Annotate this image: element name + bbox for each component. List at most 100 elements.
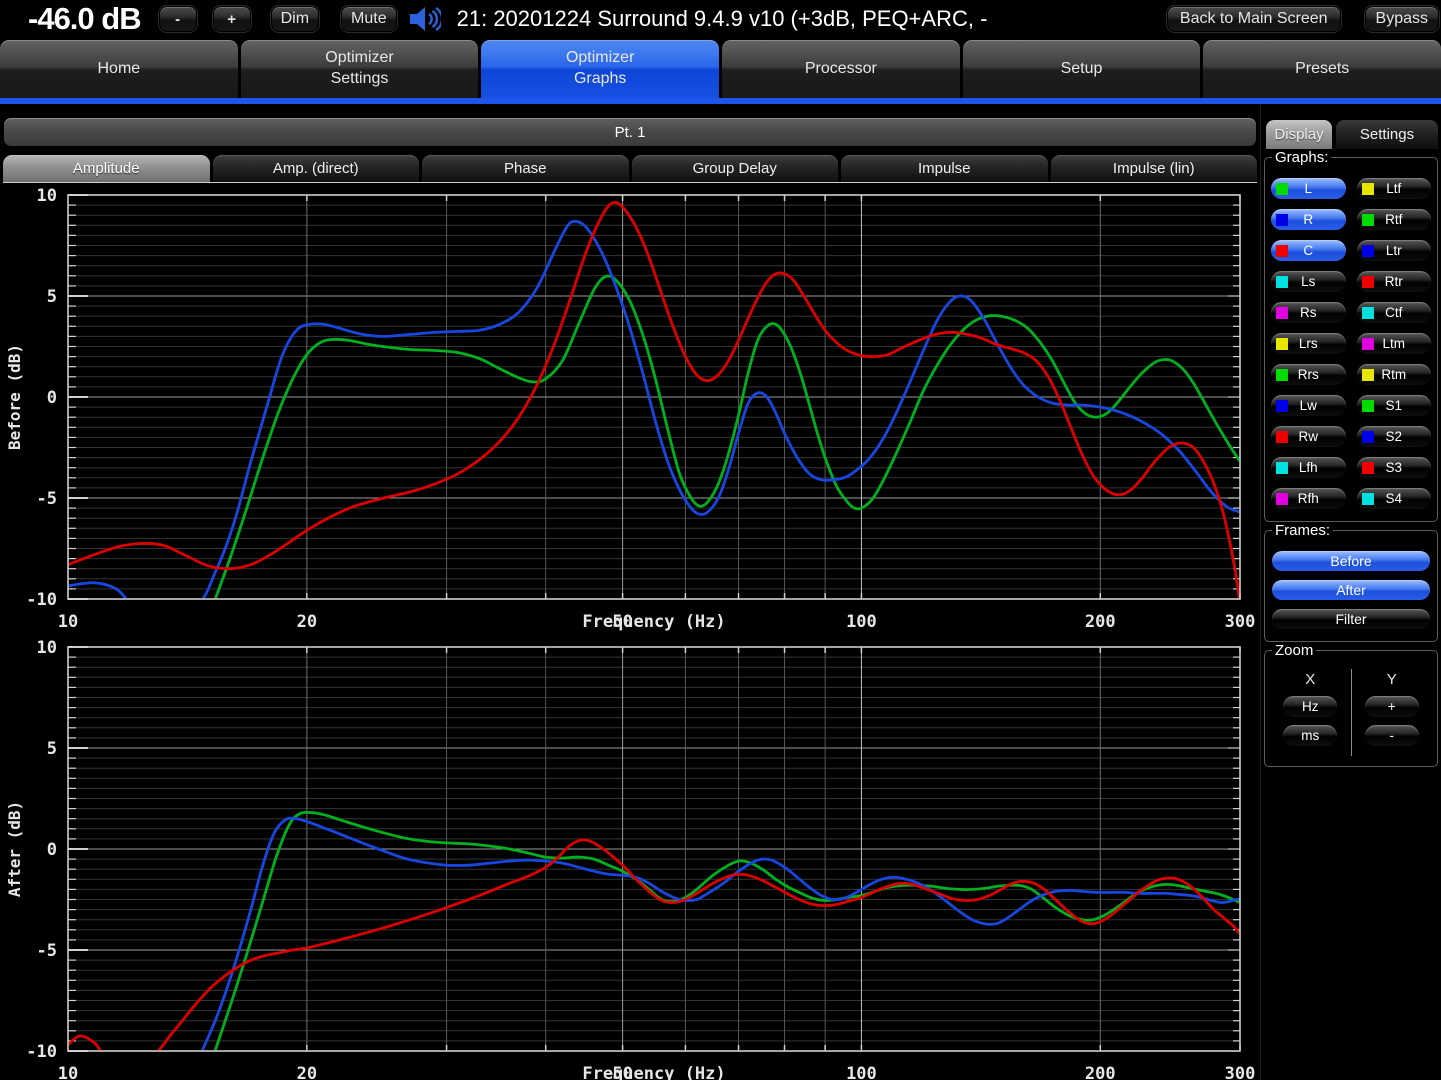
channel-button-rw[interactable]: Rw: [1271, 426, 1346, 447]
channel-button-ltf[interactable]: Ltf: [1357, 178, 1432, 199]
zoom-section: Zoom X Hzms Y +-: [1264, 642, 1438, 767]
y-tick-label: 0: [47, 840, 57, 860]
channel-button-s2[interactable]: S2: [1357, 426, 1432, 447]
graph-type-tabs: AmplitudeAmp. (direct)PhaseGroup DelayIm…: [3, 155, 1257, 183]
channel-label: Ltm: [1382, 336, 1405, 351]
zoom-x-header: X: [1305, 671, 1315, 688]
x-tick-label: 10: [58, 612, 78, 632]
channel-color-swatch: [1276, 400, 1288, 412]
back-to-main-screen-button[interactable]: Back to Main Screen: [1167, 6, 1341, 32]
tab-optimizer-settings[interactable]: Optimizer Settings: [241, 40, 479, 98]
channel-button-s1[interactable]: S1: [1357, 395, 1432, 416]
bypass-button[interactable]: Bypass: [1365, 6, 1439, 32]
channel-color-swatch: [1362, 431, 1374, 443]
graph-tab-amplitude[interactable]: Amplitude: [3, 155, 210, 182]
graph-tab-phase[interactable]: Phase: [422, 155, 629, 182]
y-tick-label: -5: [37, 941, 57, 961]
channel-color-swatch: [1276, 276, 1288, 288]
channel-label: Rfh: [1298, 491, 1319, 506]
channel-color-swatch: [1276, 431, 1288, 443]
channel-color-swatch: [1362, 369, 1374, 381]
frame-button-filter[interactable]: Filter: [1272, 609, 1430, 629]
channel-button-rtr[interactable]: Rtr: [1357, 271, 1432, 292]
channel-color-swatch: [1362, 307, 1374, 319]
channel-button-rs[interactable]: Rs: [1271, 302, 1346, 323]
main-tab-bar: HomeOptimizer SettingsOptimizer GraphsPr…: [0, 38, 1441, 98]
channel-button-c[interactable]: C: [1271, 240, 1346, 261]
frames-section-legend: Frames:: [1272, 522, 1333, 539]
y-tick-label: 5: [47, 287, 57, 307]
tab-setup[interactable]: Setup: [963, 40, 1201, 98]
panel-tab-display[interactable]: Display: [1266, 120, 1332, 149]
channel-color-swatch: [1276, 214, 1288, 226]
volume-down-button[interactable]: -: [159, 6, 197, 32]
tab-processor[interactable]: Processor: [722, 40, 960, 98]
channel-button-lrs[interactable]: Lrs: [1271, 333, 1346, 354]
y-tick-label: 0: [47, 388, 57, 408]
graphs-area: Pt. 1 AmplitudeAmp. (direct)PhaseGroup D…: [0, 104, 1260, 1080]
tab-home[interactable]: Home: [0, 40, 238, 98]
x-tick-label: 20: [297, 612, 317, 632]
frame-button-before[interactable]: Before: [1272, 551, 1430, 571]
volume-up-button[interactable]: +: [213, 6, 251, 32]
channel-button-rfh[interactable]: Rfh: [1271, 488, 1346, 509]
zoom-x-ms-button[interactable]: ms: [1283, 725, 1337, 746]
frame-button-after[interactable]: After: [1272, 580, 1430, 600]
zoom-y-header: Y: [1387, 671, 1397, 688]
mute-button[interactable]: Mute: [341, 6, 397, 32]
x-tick-label: 300: [1225, 612, 1256, 632]
x-tick-label: 300: [1225, 1064, 1256, 1080]
right-panel-tabs: DisplaySettings: [1266, 120, 1438, 149]
dim-button[interactable]: Dim: [271, 6, 319, 32]
channel-color-swatch: [1362, 214, 1374, 226]
right-panel: DisplaySettings Graphs: LRC Ls Rs Lrs Rrs Lw R…: [1260, 104, 1441, 1080]
graph-tab-group-delay[interactable]: Group Delay: [632, 155, 839, 182]
tab-presets[interactable]: Presets: [1203, 40, 1441, 98]
channel-button-s3[interactable]: S3: [1357, 457, 1432, 478]
channel-column-left: LRC Ls Rs Lrs Rrs Lw Rw Lfh Rfh: [1271, 178, 1346, 509]
zoom-y-plus-button[interactable]: +: [1365, 696, 1419, 717]
channel-button-r[interactable]: R: [1271, 209, 1346, 230]
channel-button-ctf[interactable]: Ctf: [1357, 302, 1432, 323]
channel-label: Rtm: [1381, 367, 1406, 382]
y-tick-label: 5: [47, 739, 57, 759]
channel-color-swatch: [1276, 462, 1288, 474]
channel-button-rtf[interactable]: Rtf: [1357, 209, 1432, 230]
channel-label: Ltr: [1386, 243, 1402, 258]
channel-label: Lfh: [1299, 460, 1318, 475]
x-tick-label: 20: [297, 1064, 317, 1080]
panel-tab-settings[interactable]: Settings: [1336, 120, 1438, 149]
channel-label: S4: [1385, 491, 1402, 506]
channel-button-ltm[interactable]: Ltm: [1357, 333, 1432, 354]
preset-title: 21: 20201224 Surround 9.4.9 v10 (+3dB, P…: [457, 6, 988, 32]
channel-button-lfh[interactable]: Lfh: [1271, 457, 1346, 478]
channel-button-rrs[interactable]: Rrs: [1271, 364, 1346, 385]
graphs-section: Graphs: LRC Ls Rs Lrs Rrs Lw Rw Lfh Rfh Ltf Rtf Lt…: [1264, 149, 1438, 522]
channel-button-ls[interactable]: Ls: [1271, 271, 1346, 292]
graphs-section-legend: Graphs:: [1272, 149, 1331, 166]
graph-tab-amp-direct-[interactable]: Amp. (direct): [213, 155, 420, 182]
channel-button-lw[interactable]: Lw: [1271, 395, 1346, 416]
channel-color-swatch: [1362, 338, 1374, 350]
channel-color-swatch: [1362, 276, 1374, 288]
channel-label: Ls: [1301, 274, 1315, 289]
after-chart: 1050-5-10102050100200300Frequency (Hz)Af…: [0, 639, 1260, 1080]
channel-button-l[interactable]: L: [1271, 178, 1346, 199]
channel-label: S2: [1385, 429, 1402, 444]
x-tick-label: 200: [1085, 1064, 1116, 1080]
channel-button-s4[interactable]: S4: [1357, 488, 1432, 509]
channel-label: L: [1304, 181, 1312, 196]
measurement-point-bar[interactable]: Pt. 1: [4, 118, 1256, 146]
channel-label: Lw: [1300, 398, 1317, 413]
tab-optimizer-graphs[interactable]: Optimizer Graphs: [481, 40, 719, 98]
x-tick-label: 10: [58, 1064, 78, 1080]
graph-tab-impulse[interactable]: Impulse: [841, 155, 1048, 182]
channel-button-ltr[interactable]: Ltr: [1357, 240, 1432, 261]
y-tick-label: -10: [26, 590, 57, 610]
zoom-x-hz-button[interactable]: Hz: [1283, 696, 1337, 717]
zoom-y-minus-button[interactable]: -: [1365, 725, 1419, 746]
graph-tab-impulse-lin-[interactable]: Impulse (lin): [1051, 155, 1258, 182]
channel-color-swatch: [1362, 400, 1374, 412]
master-volume-readout: -46.0 dB: [28, 1, 141, 37]
channel-button-rtm[interactable]: Rtm: [1357, 364, 1432, 385]
